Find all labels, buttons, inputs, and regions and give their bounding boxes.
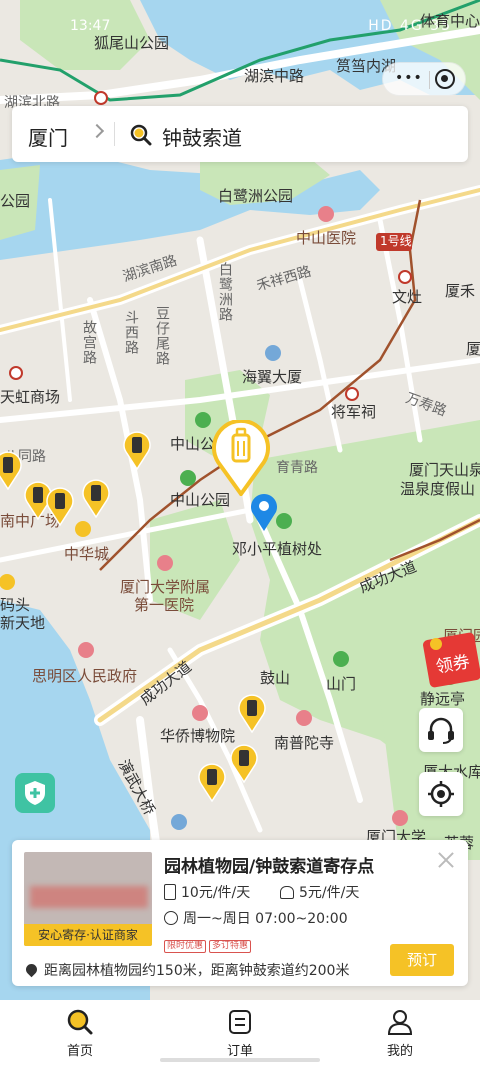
map-label: 海翼大厦 <box>242 368 303 386</box>
close-miniprogram-icon[interactable] <box>435 69 455 89</box>
map-label: 南普陀寺 <box>274 734 335 752</box>
storefront-sign <box>30 886 148 908</box>
map-label: 豆仔尾路 <box>154 306 170 366</box>
location-pin-icon <box>23 961 40 978</box>
map-label: 邓小平植树处 <box>232 540 323 558</box>
divider <box>429 71 430 89</box>
promo-tag: 多订特惠 <box>209 940 252 953</box>
price-small-text: 5元/件/天 <box>299 885 360 901</box>
current-location-pin-icon <box>251 494 277 531</box>
price-small-luggage: 5元/件/天 <box>280 882 359 902</box>
map-label: 温泉度假山 <box>400 480 476 498</box>
search-input[interactable]: 钟鼓索道 <box>162 122 242 151</box>
map-label: 狐尾山公园 <box>94 34 170 52</box>
search-icon <box>67 1009 93 1035</box>
luggage-pin-icon[interactable] <box>238 693 266 733</box>
distance-info: 距离园林植物园约150米，距离钟鼓索道约200米 <box>23 960 350 980</box>
city-selector[interactable]: 厦门 <box>28 122 68 151</box>
map-label: 湖滨中路 <box>244 67 305 85</box>
promo-tag: 限时优惠 <box>164 940 207 953</box>
tab-home[interactable]: 首页 <box>30 1008 130 1059</box>
home-indicator <box>160 1058 320 1062</box>
map-label: 厦禾 <box>445 282 476 300</box>
clock-icon <box>164 911 178 925</box>
map-label: 山门 <box>326 675 357 693</box>
opening-hours-text: 周一~周日 07:00~20:00 <box>183 911 348 927</box>
safety-shield-button[interactable] <box>15 773 55 813</box>
map-label: 鼓山 <box>260 669 291 687</box>
map-label: 白鹭洲路 <box>217 262 233 322</box>
locate-me-button[interactable] <box>419 772 463 816</box>
luggage-pin-icon[interactable] <box>198 762 226 802</box>
tab-mine[interactable]: 我的 <box>350 1008 450 1059</box>
luggage-pin-icon[interactable] <box>82 478 110 518</box>
search-icon <box>130 124 152 146</box>
crosshair-icon <box>428 781 454 807</box>
map-label: 厦门大学附属 <box>120 578 211 596</box>
opening-hours: 周一~周日 07:00~20:00 <box>164 908 348 928</box>
selected-luggage-pin-icon[interactable] <box>212 420 270 496</box>
customer-service-button[interactable] <box>419 708 463 752</box>
tab-orders-label: 订单 <box>226 1044 253 1059</box>
map-label: 厦门天山泉 <box>409 461 480 479</box>
map-label: 中华城 <box>64 545 110 563</box>
status-time: 13:47 <box>70 18 111 34</box>
coupon-button[interactable]: 领券 <box>420 630 480 688</box>
luggage-pin-icon[interactable] <box>0 450 22 490</box>
price-large-luggage: 10元/件/天 <box>164 882 250 902</box>
headset-icon <box>428 717 454 744</box>
divider <box>114 122 115 146</box>
tab-orders[interactable]: 订单 <box>190 1008 290 1059</box>
status-bar: 13:47 HD 4G 35 <box>0 18 480 42</box>
map-label: 故宫路 <box>81 320 97 365</box>
map-label: 白鹭洲公园 <box>218 187 294 205</box>
certified-badge: 安心寄存·认证商家 <box>24 924 152 946</box>
tab-home-label: 首页 <box>66 1044 93 1059</box>
user-icon <box>387 1010 413 1035</box>
map-label: 静远亭 <box>420 690 466 708</box>
map-label: 体育中心 <box>420 12 480 30</box>
map-label: 新天地 <box>0 614 46 632</box>
order-list-icon <box>229 1010 251 1034</box>
bag-icon <box>280 886 294 899</box>
shield-plus-icon <box>25 781 45 805</box>
luggage-pin-icon[interactable] <box>123 430 151 470</box>
map-label: 将军祠 <box>331 403 377 421</box>
map-label: 公园 <box>0 192 31 210</box>
promo-tags: 限时优惠 多订特惠 <box>164 933 254 953</box>
map-label: 厦 <box>466 340 480 358</box>
map-label: 文灶 <box>392 288 423 306</box>
storage-point-title: 园林植物园/钟鼓索道寄存点 <box>164 857 375 877</box>
map-label: 中山医院 <box>296 229 357 247</box>
map-label: 思明区人民政府 <box>32 667 138 685</box>
map-label: 第一医院 <box>134 596 195 614</box>
bottom-tab-bar: 首页 订单 我的 <box>0 1000 480 1066</box>
luggage-pin-icon[interactable] <box>46 486 74 526</box>
map-label: 华侨博物院 <box>160 727 236 745</box>
map-label: 码头 <box>0 596 31 614</box>
metro-line-label: 1号线 <box>380 234 412 248</box>
map-label: 斗西路 <box>123 310 139 355</box>
miniprogram-capsule[interactable]: ••• <box>382 62 466 96</box>
tab-mine-label: 我的 <box>386 1044 413 1059</box>
chevron-right-icon <box>89 123 105 139</box>
more-icon[interactable]: ••• <box>395 70 423 86</box>
book-button[interactable]: 预订 <box>390 944 454 976</box>
suitcase-icon <box>164 884 176 900</box>
storage-point-card[interactable]: 安心寄存·认证商家 园林植物园/钟鼓索道寄存点 10元/件/天 5元/件/天 周… <box>12 840 468 986</box>
map-label: 天虹商场 <box>0 388 61 406</box>
distance-text: 距离园林植物园约150米，距离钟鼓索道约200米 <box>44 963 350 979</box>
luggage-pin-icon[interactable] <box>230 743 258 783</box>
map-label: 育青路 <box>276 460 318 476</box>
price-large-text: 10元/件/天 <box>181 885 251 901</box>
close-icon[interactable] <box>436 850 456 870</box>
storage-point-photo: 安心寄存·认证商家 <box>24 852 152 946</box>
search-bar[interactable]: 厦门 钟鼓索道 <box>12 106 468 162</box>
